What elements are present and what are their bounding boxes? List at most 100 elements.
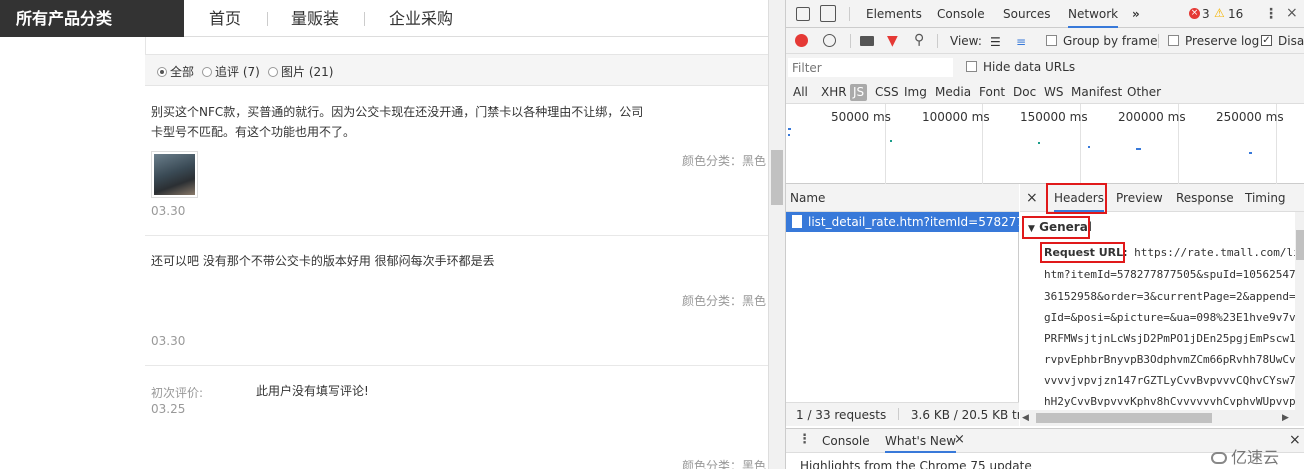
drawer-tab-whats-new[interactable]: What's New — [885, 434, 957, 453]
warning-count[interactable]: 16 — [1228, 7, 1243, 21]
network-overview-timeline[interactable]: 50000 ms 100000 ms 150000 ms 200000 ms 2… — [786, 104, 1304, 184]
script-file-icon — [792, 215, 802, 228]
type-css[interactable]: CSS — [875, 84, 899, 101]
type-other[interactable]: Other — [1127, 84, 1161, 101]
record-icon[interactable] — [795, 34, 808, 47]
hide-data-urls-label: Hide data URLs — [983, 60, 1076, 74]
filter-all-label: 全部 — [170, 65, 195, 79]
filter-images-label: 图片 (21) — [281, 65, 334, 79]
request-url-value: https://rate.tmall.com/lis — [1134, 246, 1301, 259]
details-vertical-scrollbar[interactable] — [1295, 212, 1304, 410]
review-photo-thumbnail[interactable] — [151, 151, 198, 198]
disable-cache-label: Disab — [1278, 34, 1304, 48]
hide-data-urls-checkbox[interactable] — [966, 61, 977, 72]
nav-link-enterprise[interactable]: 企业采购 — [389, 0, 453, 37]
clear-icon[interactable] — [823, 34, 836, 47]
filter-input[interactable] — [788, 58, 953, 77]
group-by-frame-checkbox[interactable] — [1046, 35, 1057, 46]
close-drawer-icon[interactable]: × — [1289, 432, 1301, 448]
devtools-tabbar: Elements Console Sources Network » × 3 ⚠… — [786, 0, 1304, 28]
type-ws[interactable]: WS — [1044, 84, 1063, 101]
review-sku: 颜色分类：黑色 — [682, 294, 767, 308]
request-details: × Headers Preview Response Timing ▼ Gene… — [1020, 183, 1304, 426]
scroll-left-icon[interactable]: ◀ — [1022, 413, 1029, 423]
all-categories-button[interactable]: 所有产品分类 — [0, 0, 184, 37]
request-count: 1 / 33 requests — [796, 408, 887, 422]
request-url-line: rvpvEphbrBnyvpB3OdphvmZCm66pRvhh78UwCv — [1044, 353, 1296, 366]
device-toolbar-icon[interactable] — [820, 5, 836, 22]
type-js[interactable]: JS — [850, 84, 868, 101]
timeline-label: 50000 ms — [831, 110, 891, 124]
page-scroll-thumb[interactable] — [771, 150, 783, 205]
devtools-menu-icon[interactable]: ⋮ — [1264, 6, 1278, 22]
request-list: Name list_detail_rate.htm?itemId=5782778… — [786, 184, 1019, 426]
filter-followup[interactable]: 追评 (7) — [202, 63, 260, 80]
type-font[interactable]: Font — [979, 84, 1005, 101]
review-date: 03.30 — [151, 204, 186, 218]
preserve-log-checkbox[interactable] — [1168, 35, 1179, 46]
review-photo-image — [154, 154, 195, 195]
nav-link-bulk[interactable]: 量贩装 — [291, 0, 339, 37]
nav-separator — [267, 12, 268, 26]
type-img[interactable]: Img — [904, 84, 927, 101]
drawer-menu-icon[interactable]: ⋮ — [798, 432, 811, 447]
nav-link-home[interactable]: 首页 — [209, 0, 241, 37]
search-icon[interactable]: ⚲ — [914, 32, 924, 48]
type-media[interactable]: Media — [935, 84, 971, 101]
close-whats-new-icon[interactable]: × — [954, 432, 965, 447]
horizontal-scroll-thumb[interactable] — [1036, 413, 1212, 423]
nav-separator — [364, 12, 365, 26]
type-manifest[interactable]: Manifest — [1071, 84, 1122, 101]
review-text: 别买这个NFC款，买普通的就行。因为公交卡现在还没开通，门禁卡以各种理由不让绑，… — [151, 105, 644, 119]
filter-images[interactable]: 图片 (21) — [268, 63, 333, 80]
warning-icon[interactable]: ⚠ — [1214, 6, 1225, 20]
type-xhr[interactable]: XHR — [821, 84, 847, 101]
watermark-logo-icon — [1211, 452, 1227, 464]
error-icon[interactable]: × — [1189, 8, 1200, 19]
type-doc[interactable]: Doc — [1013, 84, 1036, 101]
drawer-tab-console[interactable]: Console — [822, 434, 870, 448]
toolbar-separator — [850, 34, 851, 48]
details-horizontal-scrollbar[interactable]: ◀ ▶ — [1020, 410, 1304, 426]
tab-response[interactable]: Response — [1176, 184, 1234, 212]
screenshot-camera-icon[interactable] — [860, 36, 874, 46]
filter-funnel-icon[interactable]: ▼ — [887, 33, 898, 49]
close-devtools-icon[interactable]: × — [1286, 5, 1298, 21]
radio-selected-icon[interactable] — [157, 67, 167, 77]
filter-followup-label: 追评 (7) — [215, 65, 260, 79]
tab-elements[interactable]: Elements — [866, 0, 922, 28]
radio-icon[interactable] — [202, 67, 212, 77]
name-column-header[interactable]: Name — [786, 184, 1019, 212]
error-count[interactable]: 3 — [1202, 7, 1210, 21]
waterfall-icon[interactable]: ≡ — [1016, 35, 1026, 49]
timeline-request-mark — [1038, 142, 1040, 144]
radio-icon[interactable] — [268, 67, 278, 77]
tab-timing[interactable]: Timing — [1245, 184, 1286, 212]
inspect-element-icon[interactable] — [796, 7, 810, 21]
section-spacer — [145, 37, 768, 54]
tab-preview[interactable]: Preview — [1116, 184, 1163, 212]
tab-sources[interactable]: Sources — [1003, 0, 1050, 28]
transferred-size: 3.6 KB / 20.5 KB transfe — [910, 408, 1019, 422]
tab-network[interactable]: Network — [1068, 0, 1119, 28]
request-url-line: 36152958&order=3&currentPage=2&append= — [1044, 290, 1296, 303]
group-by-frame-label: Group by frame — [1063, 34, 1158, 48]
filter-all[interactable]: 全部 — [157, 63, 194, 80]
vertical-scroll-thumb[interactable] — [1296, 230, 1304, 260]
top-navigation: 所有产品分类 首页 量贩装 企业采购 — [0, 0, 768, 37]
type-all[interactable]: All — [793, 84, 808, 101]
devtools-panel: Elements Console Sources Network » × 3 ⚠… — [785, 0, 1304, 469]
scroll-right-icon[interactable]: ▶ — [1282, 413, 1289, 423]
product-page: 所有产品分类 首页 量贩装 企业采购 全部 追评 (7) 图片 (21) 别买这… — [0, 0, 768, 469]
request-url-highlight — [1040, 242, 1125, 263]
review-date: 03.25 — [151, 402, 186, 416]
tab-console[interactable]: Console — [937, 0, 985, 28]
disable-cache-checkbox[interactable]: ✓ — [1261, 35, 1272, 46]
network-request-area: Name list_detail_rate.htm?itemId=5782778… — [786, 183, 1304, 426]
more-tabs-icon[interactable]: » — [1132, 0, 1140, 28]
close-details-icon[interactable]: × — [1026, 184, 1038, 212]
request-row-selected[interactable]: list_detail_rate.htm?itemId=5782778... — [786, 212, 1019, 232]
large-rows-icon[interactable]: ☰ — [990, 35, 1001, 49]
toolbar-separator — [1158, 34, 1159, 48]
page-scrollbar[interactable] — [768, 0, 785, 469]
